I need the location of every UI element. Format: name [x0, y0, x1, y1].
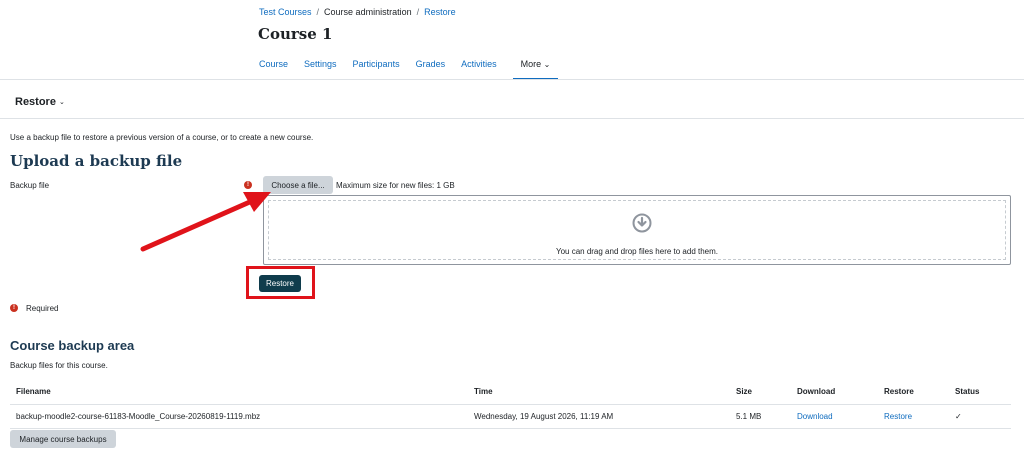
breadcrumb-restore[interactable]: Restore	[424, 7, 456, 17]
tab-participants[interactable]: Participants	[353, 52, 408, 80]
backup-size: 5.1 MB	[730, 404, 791, 429]
breadcrumb: Test Courses / Course administration / R…	[259, 7, 456, 17]
intro-text: Use a backup file to restore a previous …	[10, 133, 314, 142]
backup-time: Wednesday, 19 August 2026, 11:19 AM	[468, 404, 730, 429]
backup-area-heading: Course backup area	[10, 338, 135, 353]
column-status: Status	[949, 380, 1011, 405]
backup-filename: backup-moodle2-course-61183-Moodle_Cours…	[10, 404, 468, 429]
backups-table: Filename Time Size Download Restore Stat…	[10, 380, 1011, 429]
table-row: backup-moodle2-course-61183-Moodle_Cours…	[10, 404, 1011, 429]
breadcrumb-separator: /	[316, 7, 320, 17]
required-icon: !	[244, 181, 252, 189]
dropzone-inner: You can drag and drop files here to add …	[268, 200, 1006, 260]
file-dropzone[interactable]: You can drag and drop files here to add …	[263, 195, 1011, 265]
backup-file-label: Backup file	[10, 181, 50, 190]
column-filename: Filename	[10, 380, 468, 405]
tab-settings[interactable]: Settings	[304, 52, 345, 80]
breadcrumb-test-courses[interactable]: Test Courses	[259, 7, 312, 17]
table-header-row: Filename Time Size Download Restore Stat…	[10, 380, 1011, 405]
restore-menu[interactable]: Restore ⌄	[15, 96, 65, 108]
required-label: Required	[26, 304, 59, 313]
course-nav: Course Settings Participants Grades Acti…	[259, 52, 566, 80]
upload-heading: Upload a backup file	[10, 152, 183, 170]
tab-more[interactable]: More ⌄	[512, 52, 559, 80]
download-arrow-icon	[632, 213, 652, 233]
chevron-down-icon: ⌄	[58, 99, 65, 106]
max-size-text: Maximum size for new files: 1 GB	[336, 181, 455, 190]
backup-area-description: Backup files for this course.	[10, 361, 108, 370]
divider	[0, 118, 1024, 119]
column-size: Size	[730, 380, 791, 405]
divider	[0, 79, 1024, 80]
tab-more-label: More	[520, 59, 542, 69]
column-time: Time	[468, 380, 730, 405]
tab-grades[interactable]: Grades	[416, 52, 454, 80]
column-download: Download	[791, 380, 878, 405]
chevron-down-icon: ⌄	[543, 60, 551, 69]
breadcrumb-separator: /	[416, 7, 420, 17]
restore-button[interactable]: Restore	[259, 275, 301, 292]
manage-backups-button[interactable]: Manage course backups	[10, 430, 116, 448]
column-restore: Restore	[878, 380, 949, 405]
tab-course[interactable]: Course	[259, 52, 296, 80]
tab-activities[interactable]: Activities	[461, 52, 505, 80]
restore-menu-label: Restore	[15, 96, 56, 108]
choose-file-button[interactable]: Choose a file...	[263, 176, 333, 194]
download-link[interactable]: Download	[797, 412, 833, 421]
check-icon: ✓	[955, 411, 962, 421]
required-icon: !	[10, 304, 18, 312]
page-title: Course 1	[258, 25, 333, 43]
dropzone-text: You can drag and drop files here to add …	[555, 247, 719, 256]
restore-link[interactable]: Restore	[884, 412, 912, 421]
breadcrumb-course-administration: Course administration	[324, 7, 412, 17]
